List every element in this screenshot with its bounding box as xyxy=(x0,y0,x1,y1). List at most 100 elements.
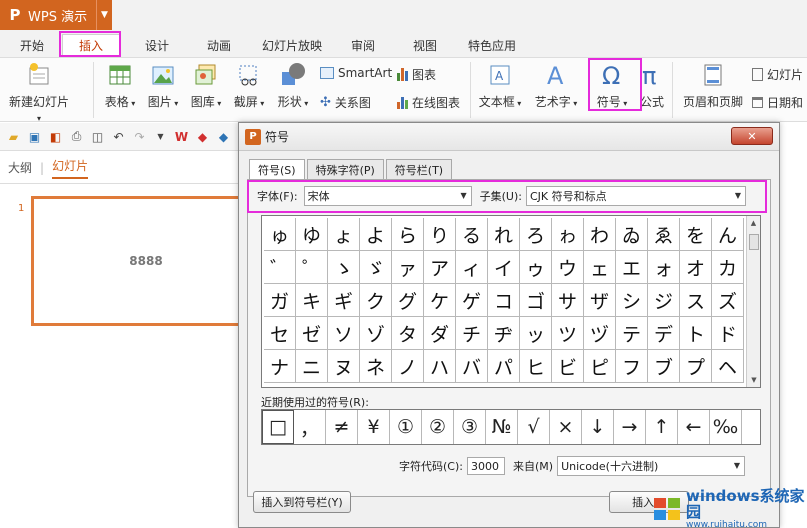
formula-button[interactable]: π 公式 xyxy=(636,62,668,110)
recent-symbol-cell[interactable]: ② xyxy=(422,410,454,444)
symbol-cell[interactable]: ゐ xyxy=(616,218,648,251)
tab-insert[interactable]: 插入 xyxy=(62,34,120,56)
wordart-button[interactable]: A 艺术字 ▾ xyxy=(530,62,582,110)
symbol-cell[interactable]: ブ xyxy=(648,350,680,383)
symbol-cell[interactable]: ゝ xyxy=(328,251,360,284)
recent-symbol-cell[interactable]: √ xyxy=(518,410,550,444)
textbox-button[interactable]: A 文本框 ▾ xyxy=(474,62,526,110)
tab-animation[interactable]: 动画 xyxy=(198,34,240,56)
close-button[interactable]: ✕ xyxy=(731,127,773,145)
symbol-cell[interactable]: ピ xyxy=(584,350,616,383)
dialog-title-bar[interactable]: P 符号 ✕ xyxy=(239,123,779,151)
slide-number-button[interactable]: 幻灯片 xyxy=(752,66,803,83)
recent-symbol-cell[interactable]: ① xyxy=(390,410,422,444)
tab-start[interactable]: 开始 xyxy=(12,34,52,56)
picture-button[interactable]: 图片 ▾ xyxy=(143,62,183,110)
screenshot-button[interactable]: 截屏 ▾ xyxy=(229,62,269,110)
relation-button[interactable]: ✣ 关系图 xyxy=(320,94,371,111)
symbol-cell[interactable]: ろ xyxy=(520,218,552,251)
symbol-cell[interactable]: ス xyxy=(680,284,712,317)
open-folder-icon[interactable]: ▰ xyxy=(6,129,21,144)
tab-view[interactable]: 视图 xyxy=(404,34,446,56)
tab-outline[interactable]: 大纲 xyxy=(8,159,32,176)
tab-special-chars[interactable]: 特殊字符(P) xyxy=(306,159,384,179)
symbol-cell[interactable]: ゥ xyxy=(520,251,552,284)
symbol-cell[interactable]: ゅ xyxy=(264,218,296,251)
symbol-cell[interactable]: カ xyxy=(712,251,744,284)
symbol-cell[interactable]: ナ xyxy=(264,350,296,383)
symbol-cell[interactable]: ヒ xyxy=(520,350,552,383)
recent-symbol-cell[interactable]: ‰ xyxy=(710,410,742,444)
recent-symbol-cell[interactable]: ↓ xyxy=(582,410,614,444)
symbol-cell[interactable]: ビ xyxy=(552,350,584,383)
symbol-button[interactable]: Ω 符号 ▾ xyxy=(590,62,634,110)
symbol-cell[interactable]: れ xyxy=(488,218,520,251)
symbol-cell[interactable]: フ xyxy=(616,350,648,383)
symbol-cell[interactable]: ハ xyxy=(424,350,456,383)
symbol-cell[interactable]: ゜ xyxy=(296,251,328,284)
recent-symbol-cell[interactable]: ③ xyxy=(454,410,486,444)
subset-select[interactable]: CJK 符号和标点 ▼ xyxy=(525,186,746,206)
font-select[interactable]: 宋体 ▼ xyxy=(303,186,472,206)
scroll-up-icon[interactable]: ▲ xyxy=(747,216,760,230)
symbol-cell[interactable]: を xyxy=(680,218,712,251)
symbol-cell[interactable]: ゼ xyxy=(296,317,328,350)
smartart-button[interactable]: SmartArt xyxy=(320,66,392,80)
symbol-cell[interactable]: ケ xyxy=(424,284,456,317)
online-chart-button[interactable]: 在线图表 xyxy=(397,94,460,111)
symbol-cell[interactable]: グ xyxy=(392,284,424,317)
symbol-cell[interactable]: よ xyxy=(360,218,392,251)
symbol-cell[interactable]: シ xyxy=(616,284,648,317)
symbol-cell[interactable]: コ xyxy=(488,284,520,317)
recent-symbol-cell[interactable]: ， xyxy=(294,410,326,444)
table-button[interactable]: 表格 ▾ xyxy=(98,62,142,110)
symbol-cell[interactable]: ノ xyxy=(392,350,424,383)
symbol-cell[interactable]: ゑ xyxy=(648,218,680,251)
wps-cloud-icon[interactable]: W xyxy=(174,129,189,144)
redo-icon[interactable]: ↷ xyxy=(132,129,147,144)
symbol-cell[interactable]: タ xyxy=(392,317,424,350)
recent-symbol-cell[interactable]: × xyxy=(550,410,582,444)
symbol-cell[interactable]: ヌ xyxy=(328,350,360,383)
symbol-cell[interactable]: ザ xyxy=(584,284,616,317)
symbol-cell[interactable]: ゾ xyxy=(360,317,392,350)
symbol-cell[interactable]: ら xyxy=(392,218,424,251)
print-icon[interactable]: ⎙ xyxy=(69,129,84,144)
symbol-cell[interactable]: ィ xyxy=(456,251,488,284)
tab-features[interactable]: 特色应用 xyxy=(462,34,522,56)
symbol-cell[interactable]: ヅ xyxy=(584,317,616,350)
symbol-cell[interactable]: キ xyxy=(296,284,328,317)
symbol-cell[interactable]: プ xyxy=(680,350,712,383)
chevron-down-icon[interactable]: ▼ xyxy=(153,129,168,144)
symbol-cell[interactable]: ん xyxy=(712,218,744,251)
header-footer-button[interactable]: 页眉和页脚 xyxy=(680,62,746,110)
tab-review[interactable]: 审阅 xyxy=(342,34,384,56)
symbol-cell[interactable]: セ xyxy=(264,317,296,350)
symbol-cell[interactable]: ニ xyxy=(296,350,328,383)
char-code-input[interactable]: 3000 xyxy=(466,457,505,475)
symbol-cell[interactable]: チ xyxy=(456,317,488,350)
tab-slides[interactable]: 幻灯片 xyxy=(52,157,89,179)
symbol-cell[interactable]: ネ xyxy=(360,350,392,383)
symbol-cell[interactable]: ゲ xyxy=(456,284,488,317)
symbol-cell[interactable]: ォ xyxy=(648,251,680,284)
chart-button[interactable]: 图表 xyxy=(397,66,436,83)
shape-button[interactable]: 形状 ▾ xyxy=(273,62,313,110)
recent-symbol-cell[interactable]: → xyxy=(614,410,646,444)
symbol-cell[interactable]: ソ xyxy=(328,317,360,350)
symbol-cell[interactable]: ゞ xyxy=(360,251,392,284)
symbol-cell[interactable]: エ xyxy=(616,251,648,284)
symbol-cell[interactable]: ゎ xyxy=(552,218,584,251)
symbol-cell[interactable]: ダ xyxy=(424,317,456,350)
undo-icon[interactable]: ↶ xyxy=(111,129,126,144)
symbol-cell[interactable]: ょ xyxy=(328,218,360,251)
symbol-cell[interactable]: ギ xyxy=(328,284,360,317)
recent-symbol-cell[interactable]: ← xyxy=(678,410,710,444)
cube-icon[interactable]: ◆ xyxy=(216,129,231,144)
tab-symbol-bar[interactable]: 符号栏(T) xyxy=(385,159,453,179)
symbol-cell[interactable]: バ xyxy=(456,350,488,383)
tab-symbol[interactable]: 符号(S) xyxy=(249,159,305,180)
recent-symbol-cell[interactable]: ≠ xyxy=(326,410,358,444)
tab-design[interactable]: 设计 xyxy=(136,34,178,56)
symbol-cell[interactable]: わ xyxy=(584,218,616,251)
